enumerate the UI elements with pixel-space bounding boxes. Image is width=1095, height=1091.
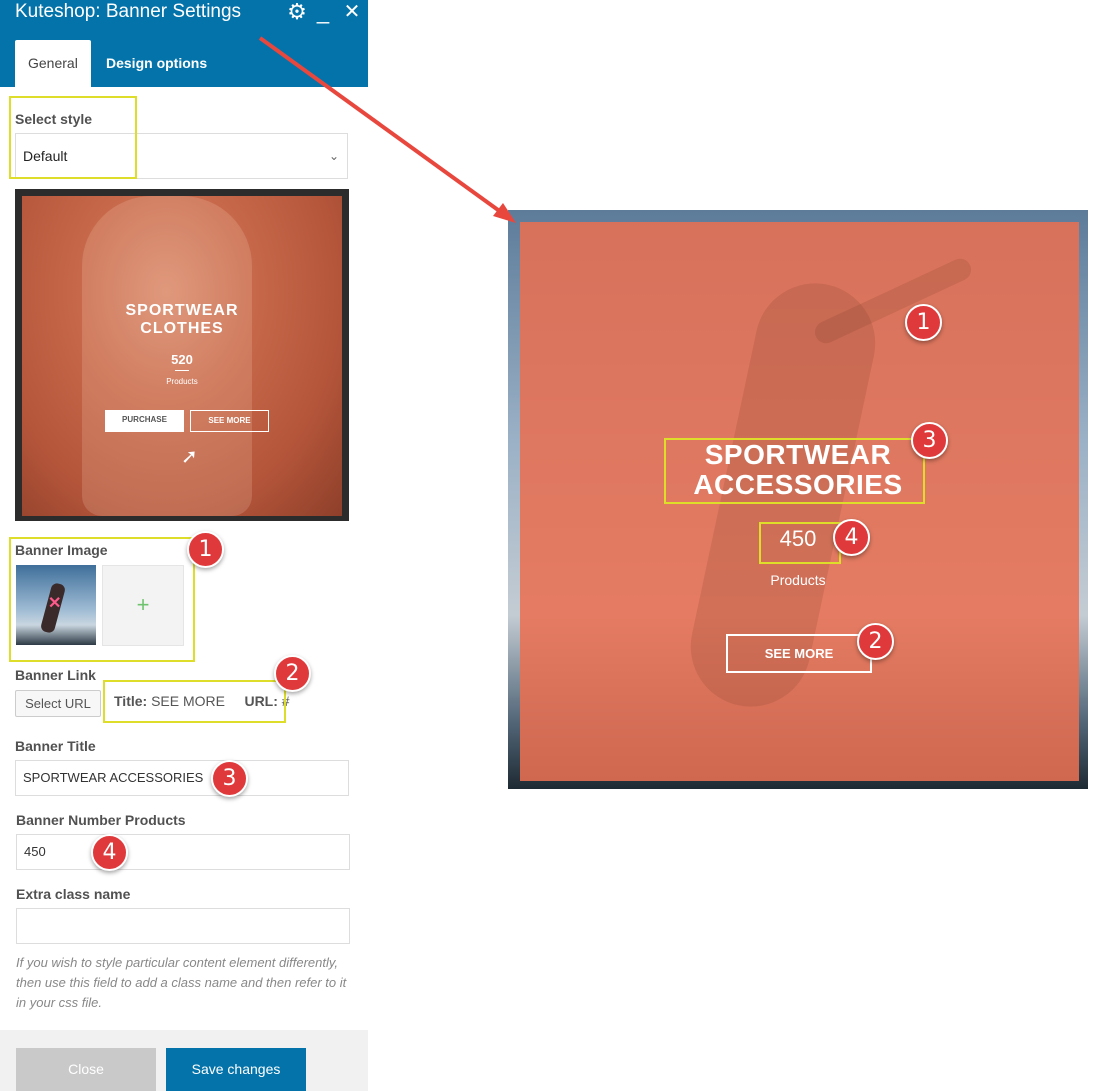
arrow-head — [493, 203, 516, 223]
pointer-arrow — [258, 36, 516, 223]
arrow-line — [258, 36, 507, 217]
